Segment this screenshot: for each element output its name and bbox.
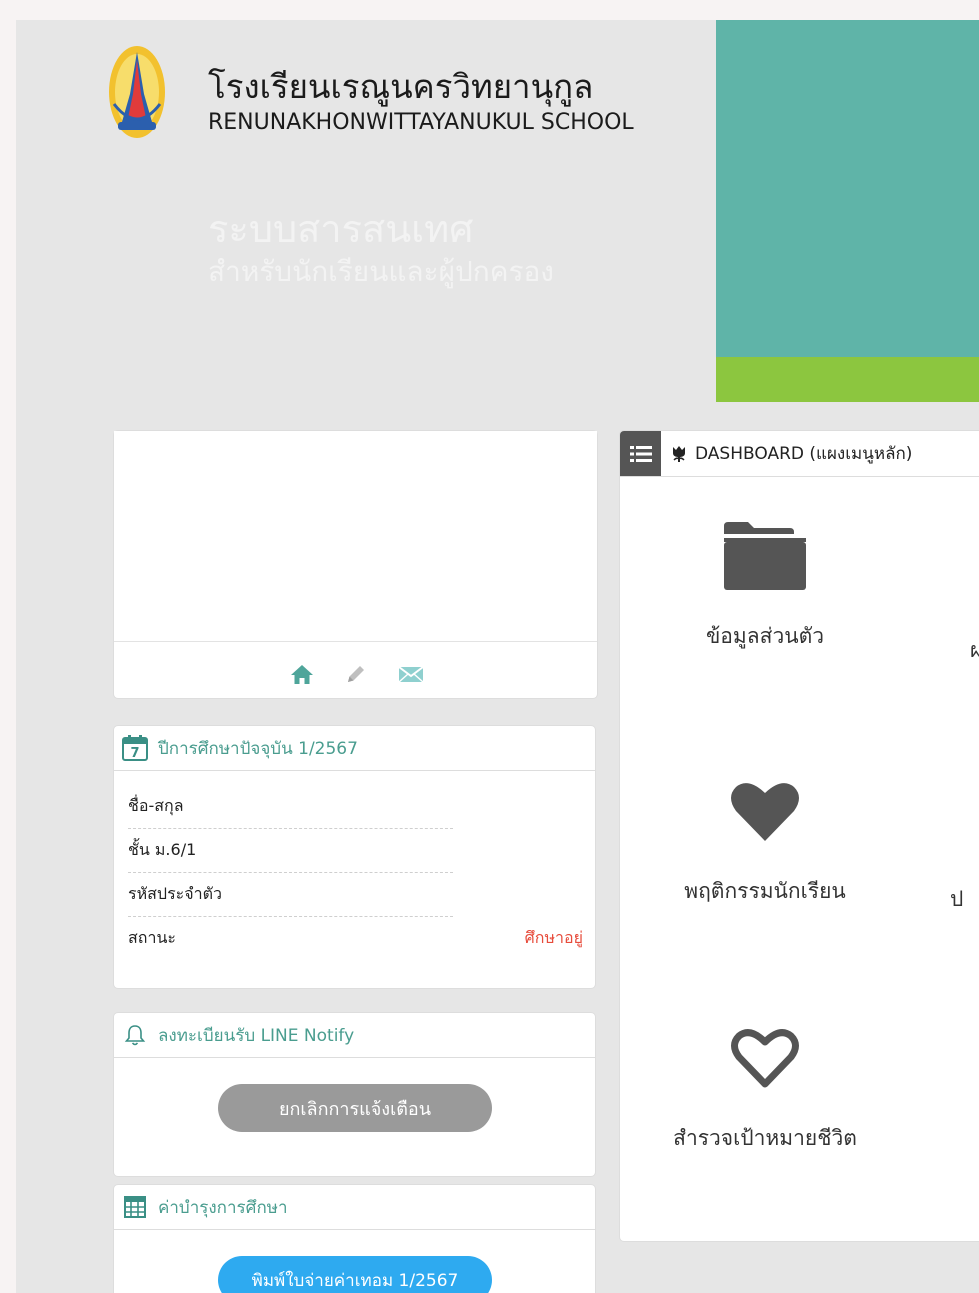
- info-row-status: สถานะ ศึกษาอยู่: [128, 916, 583, 960]
- card-header: 7 ปีการศึกษาปัจจุบัน 1/2567: [114, 726, 595, 771]
- tile-life-goals[interactable]: สำรวจเป้าหมายชีวิต: [620, 1018, 910, 1155]
- academic-year-title: ปีการศึกษาปัจจุบัน 1/2567: [158, 738, 358, 759]
- line-notify-card: ลงทะเบียนรับ LINE Notify ยกเลิกการแจ้งเต…: [114, 1013, 595, 1176]
- tile-label-partial: ป: [950, 887, 964, 911]
- line-notify-title: ลงทะเบียนรับ LINE Notify: [158, 1025, 355, 1046]
- home-icon[interactable]: [290, 662, 314, 686]
- calculator-icon: [120, 1192, 150, 1222]
- school-logo: [108, 34, 166, 138]
- folder-icon: [720, 516, 810, 596]
- tulip-icon: [671, 445, 687, 463]
- tile-label: ข้อมูลส่วนตัว: [705, 624, 825, 648]
- info-row-name: ชื่อ-สกุล: [128, 784, 453, 829]
- list-icon[interactable]: [620, 431, 661, 476]
- mail-icon[interactable]: [397, 662, 424, 686]
- profile-card: [114, 431, 597, 698]
- header-banner: [716, 20, 979, 357]
- header-banner-stripe: [716, 357, 979, 402]
- tile-label-partial: ผ: [970, 638, 979, 662]
- page: โรงเรียนเรณูนครวิทยานุกูล RENUNAKHONWITT…: [16, 20, 979, 1293]
- divider: [114, 641, 597, 642]
- profile-actions: [114, 658, 597, 690]
- status-value: ศึกษาอยู่: [524, 927, 583, 947]
- card-header: ลงทะเบียนรับ LINE Notify: [114, 1013, 595, 1058]
- print-fee-slip-button[interactable]: พิมพ์ใบจ่ายค่าเทอม 1/2567: [218, 1256, 492, 1293]
- fee-title: ค่าบำรุงการศึกษา: [158, 1197, 288, 1218]
- tile-personal-info[interactable]: ข้อมูลส่วนตัว: [620, 516, 910, 653]
- system-subtitle: สำหรับนักเรียนและผู้ปกครอง: [208, 255, 554, 288]
- profile-photo: [114, 431, 597, 641]
- academic-year-card: 7 ปีการศึกษาปัจจุบัน 1/2567 ชื่อ-สกุล ชั…: [114, 726, 595, 988]
- tile-student-behavior[interactable]: พฤติกรรมนักเรียน: [620, 771, 910, 908]
- dashboard-header: DASHBOARD (แผงเมนูหลัก): [620, 431, 979, 477]
- pencil-icon[interactable]: [344, 662, 368, 686]
- dashboard-panel: DASHBOARD (แผงเมนูหลัก) ข้อมูลส่วนตัว พฤ…: [620, 431, 979, 1241]
- heart-outline-icon: [720, 1018, 810, 1098]
- tile-label: สำรวจเป้าหมายชีวิต: [673, 1126, 857, 1150]
- bell-icon: [120, 1020, 150, 1050]
- school-name-thai: โรงเรียนเรณูนครวิทยานุกูล: [208, 67, 594, 106]
- card-header: ค่าบำรุงการศึกษา: [114, 1185, 595, 1230]
- fee-card: ค่าบำรุงการศึกษา พิมพ์ใบจ่ายค่าเทอม 1/25…: [114, 1185, 595, 1293]
- status-label: สถานะ: [128, 927, 176, 947]
- info-row-class: ชั้น ม.6/1: [128, 828, 453, 873]
- dashboard-title: DASHBOARD (แผงเมนูหลัก): [695, 444, 913, 464]
- cancel-notification-button[interactable]: ยกเลิกการแจ้งเตือน: [218, 1084, 492, 1132]
- svg-text:7: 7: [130, 746, 139, 761]
- heart-icon: [720, 771, 810, 851]
- tile-label: พฤติกรรมนักเรียน: [684, 879, 846, 903]
- calendar-icon: 7: [120, 733, 150, 763]
- info-row-student-id: รหัสประจำตัว: [128, 872, 453, 917]
- header: โรงเรียนเรณูนครวิทยานุกูล RENUNAKHONWITT…: [16, 20, 979, 402]
- school-name-english: RENUNAKHONWITTAYANUKUL SCHOOL: [208, 110, 634, 135]
